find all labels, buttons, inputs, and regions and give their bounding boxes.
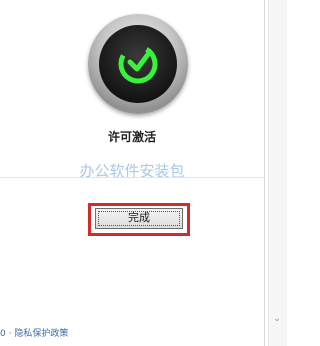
footer-prefix: 0 · bbox=[0, 329, 15, 339]
privacy-policy-link[interactable]: 隐私保护政策 bbox=[14, 329, 68, 339]
done-button[interactable]: 完成 bbox=[95, 208, 183, 229]
license-activation-dialog: 许可激活 办公软件安装包 完成 0 · 隐私保护政策 ⌄ bbox=[0, 0, 287, 346]
footer: 0 · 隐私保护政策 bbox=[0, 322, 264, 346]
divider bbox=[0, 177, 264, 178]
chevron-down-icon[interactable]: ⌄ bbox=[270, 312, 284, 326]
activation-check-icon bbox=[118, 44, 158, 84]
scrollbar[interactable] bbox=[268, 0, 287, 346]
focus-ring bbox=[98, 211, 180, 226]
dialog-title: 许可激活 bbox=[107, 130, 156, 144]
activation-badge-inner bbox=[99, 25, 177, 103]
activation-badge bbox=[88, 14, 188, 114]
panel-border bbox=[264, 0, 265, 346]
